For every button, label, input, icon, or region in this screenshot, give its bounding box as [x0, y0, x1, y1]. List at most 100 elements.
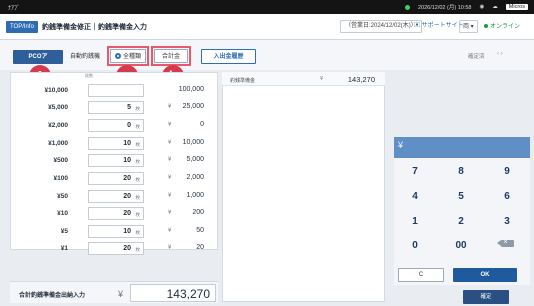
total-value: 143,270: [166, 287, 210, 301]
support-site-label: サポートサイト: [421, 23, 464, 29]
denomination-label: ¥10,000: [44, 87, 69, 94]
count-unit: 枚: [135, 177, 141, 182]
count-value: 20: [123, 210, 131, 217]
key-1[interactable]: 1: [394, 211, 436, 233]
denomination-row: ¥1 20 枚 ¥ 20: [10, 240, 218, 257]
yen-sign: ¥: [168, 193, 172, 199]
online-status-label: オンライン: [490, 24, 521, 30]
denomination-label: ¥1: [60, 245, 68, 252]
amount-value: 2,000: [186, 174, 204, 181]
amount-value: 25,000: [182, 103, 204, 110]
denomination-label: ¥5: [60, 228, 68, 235]
count-value: 0: [127, 122, 131, 129]
yen-sign: ¥: [168, 245, 172, 251]
amount-value: 5,000: [186, 156, 204, 163]
auto-change-machine-button[interactable]: 自動釣銭機: [66, 50, 104, 64]
key-7[interactable]: 7: [394, 161, 436, 183]
key-2[interactable]: 2: [440, 211, 482, 233]
key-4[interactable]: 4: [394, 186, 436, 208]
breadcrumb: 釣銭準備金修正｜釣銭準備金入力: [42, 24, 147, 31]
count-input[interactable]: 5枚: [88, 101, 144, 114]
window-title: ﾅｱﾌﾞ: [8, 6, 21, 12]
key-0[interactable]: 0: [394, 235, 436, 257]
window-title-bar: ﾅｱﾌﾞ 2026/12/02 (月) 10:58 ◉ ☁ Micros: [0, 0, 534, 14]
backspace-key[interactable]: [486, 232, 528, 257]
denomination-label: ¥100: [53, 175, 68, 182]
key-9[interactable]: 9: [486, 161, 528, 183]
count-value: 10: [123, 228, 131, 235]
denomination-row: ¥500 10 枚 ¥ 5,000: [10, 152, 218, 169]
total-yen-sign: ¥: [118, 289, 124, 299]
wifi-icon: ◉: [479, 4, 485, 10]
confirm-button[interactable]: 確定: [463, 290, 509, 304]
yen-sign: ¥: [168, 140, 172, 146]
system-tray: 2026/12/02 (月) 10:58 ◉ ☁ Micros: [404, 3, 528, 11]
denomination-label: ¥5,000: [48, 104, 68, 111]
amount-value: 100,000: [178, 86, 204, 93]
count-unit: 枚: [135, 247, 141, 252]
backspace-icon: [496, 232, 514, 254]
confirmed-status: 確定済: [468, 54, 485, 60]
count-input[interactable]: 0枚: [88, 119, 144, 132]
count-input[interactable]: 20 枚: [88, 207, 144, 220]
count-value: 20: [123, 193, 131, 200]
summary-panel: [222, 72, 385, 302]
count-unit: 枚: [135, 159, 141, 164]
online-dot-icon: [484, 24, 488, 28]
count-unit: 枚: [135, 230, 141, 235]
denomination-row: ¥5 10 枚 ¥ 50: [10, 223, 218, 240]
key-8[interactable]: 8: [440, 161, 482, 183]
denomination-label: ¥10: [57, 210, 68, 217]
denomination-label: ¥1,000: [48, 140, 68, 147]
yen-sign: ¥: [168, 157, 172, 163]
count-input[interactable]: 20 枚: [88, 172, 144, 185]
denomination-row: ¥5,000 5枚 ¥ 25,000: [10, 99, 218, 116]
highlight-b: [151, 46, 191, 66]
denomination-row: ¥2,000 0枚 ¥ 0: [10, 117, 218, 134]
business-date: （営業日:2024/12/02(木)）: [340, 20, 422, 33]
summary-value: 143,270: [347, 75, 375, 84]
pager-arrows[interactable]: ‹ ›: [497, 51, 503, 57]
count-input[interactable]: 20 枚: [88, 190, 144, 203]
denomination-row: ¥1,000 10 枚 ¥ 10,000: [10, 135, 218, 152]
user-menu[interactable]: 両 ▾: [459, 20, 478, 33]
count-input[interactable]: [88, 84, 144, 97]
count-unit: 枚: [135, 195, 141, 200]
amount-value: 20: [196, 244, 204, 251]
pco-button[interactable]: PCOア: [13, 50, 63, 64]
key-3[interactable]: 3: [486, 211, 528, 233]
cloud-icon: ☁: [492, 4, 498, 10]
app-header: TOP/Info 釣銭準備金修正｜釣銭準備金入力 （営業日:2024/12/02…: [0, 14, 534, 40]
transaction-history-button[interactable]: 入出金履歴: [201, 49, 256, 64]
key-6[interactable]: 6: [486, 186, 528, 208]
key-00[interactable]: 00: [440, 235, 482, 257]
clear-button[interactable]: C: [398, 268, 444, 282]
amount-value: 50: [196, 227, 204, 234]
total-label: 合計釣銭準備金出納入力: [19, 293, 86, 299]
count-input[interactable]: 20 枚: [88, 242, 144, 255]
amount-value: 10,000: [182, 139, 204, 146]
count-input[interactable]: 10 枚: [88, 225, 144, 238]
summary-label: 釣銭準備金: [230, 78, 256, 84]
online-status: オンライン: [484, 21, 520, 30]
count-value: 10: [123, 140, 131, 147]
top-info-logo[interactable]: TOP/Info: [6, 21, 38, 33]
denomination-label: ¥2,000: [48, 122, 68, 129]
network-status-icon: [404, 4, 410, 10]
denomination-row: ¥100 20 枚 ¥ 2,000: [10, 170, 218, 187]
count-input[interactable]: 10 枚: [88, 137, 144, 150]
count-column-header: 枚数: [85, 73, 93, 78]
yen-sign: ¥: [168, 175, 172, 181]
amount-value: 200: [192, 209, 204, 216]
count-unit: 枚: [135, 106, 141, 111]
ok-button[interactable]: OK: [453, 268, 517, 282]
amount-value: 1,000: [186, 192, 204, 199]
denomination-row: ¥10,000 100,000: [10, 82, 218, 99]
amount-value: 0: [200, 121, 204, 128]
highlight-a: [107, 46, 149, 66]
key-5[interactable]: 5: [440, 186, 482, 208]
count-value: 10: [123, 157, 131, 164]
count-input[interactable]: 10 枚: [88, 154, 144, 167]
yen-sign: ¥: [168, 122, 172, 128]
count-value: 20: [123, 175, 131, 182]
